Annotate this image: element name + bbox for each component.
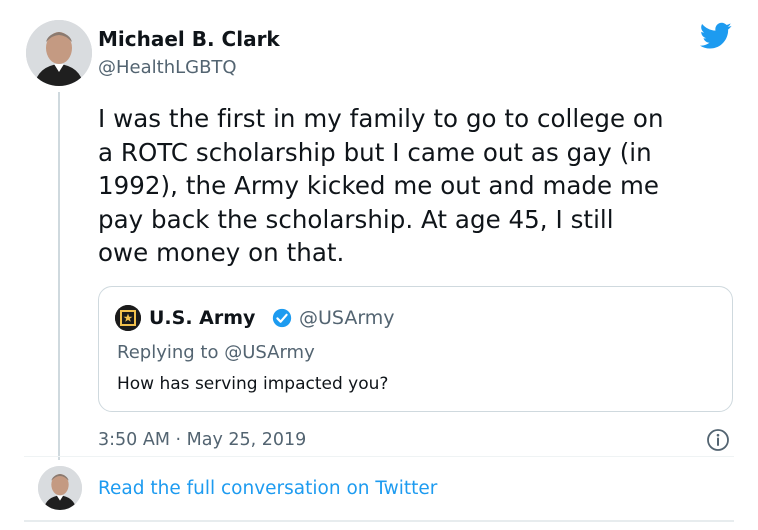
author-avatar[interactable] [26, 20, 92, 86]
tweet-text-line: pay back the scholarship. At age 45, I s… [98, 204, 614, 234]
verified-badge-icon [272, 308, 292, 328]
tweet-timestamp[interactable]: 3:50 AM · May 25, 2019 [98, 428, 306, 452]
tweet-text-line: a ROTC scholarship but I came out as gay… [98, 137, 652, 167]
tweet-text-line: owe money on that. [98, 238, 345, 267]
tweet-text-line: I was the first in my family to go to co… [98, 104, 664, 133]
quoted-author-name[interactable]: U.S. Army [149, 306, 255, 330]
divider [24, 456, 734, 457]
replying-to: Replying to @USArmy [117, 342, 315, 363]
twitter-bird-icon[interactable] [700, 22, 732, 50]
read-full-conversation-link[interactable]: Read the full conversation on Twitter [98, 477, 437, 501]
quoted-text: How has serving impacted you? [117, 374, 389, 394]
bottom-divider [24, 520, 734, 522]
author-avatar-small[interactable] [38, 466, 82, 510]
author-handle[interactable]: @HealthLGBTQ [98, 57, 237, 79]
quoted-author-handle[interactable]: @USArmy [299, 306, 395, 330]
thread-line [58, 92, 60, 460]
quoted-tweet[interactable]: U.S. Army @USArmy Replying to @USArmy Ho… [98, 286, 733, 412]
tweet-text-line: 1992), the Army kicked me out and made m… [98, 171, 660, 200]
us-army-logo-icon [115, 305, 141, 331]
tweet-card: Michael B. Clark @HealthLGBTQ I was the … [0, 0, 758, 530]
author-name[interactable]: Michael B. Clark [98, 27, 280, 51]
tweet-text: I was the first in my family to go to co… [98, 102, 748, 270]
info-icon[interactable] [706, 428, 730, 452]
